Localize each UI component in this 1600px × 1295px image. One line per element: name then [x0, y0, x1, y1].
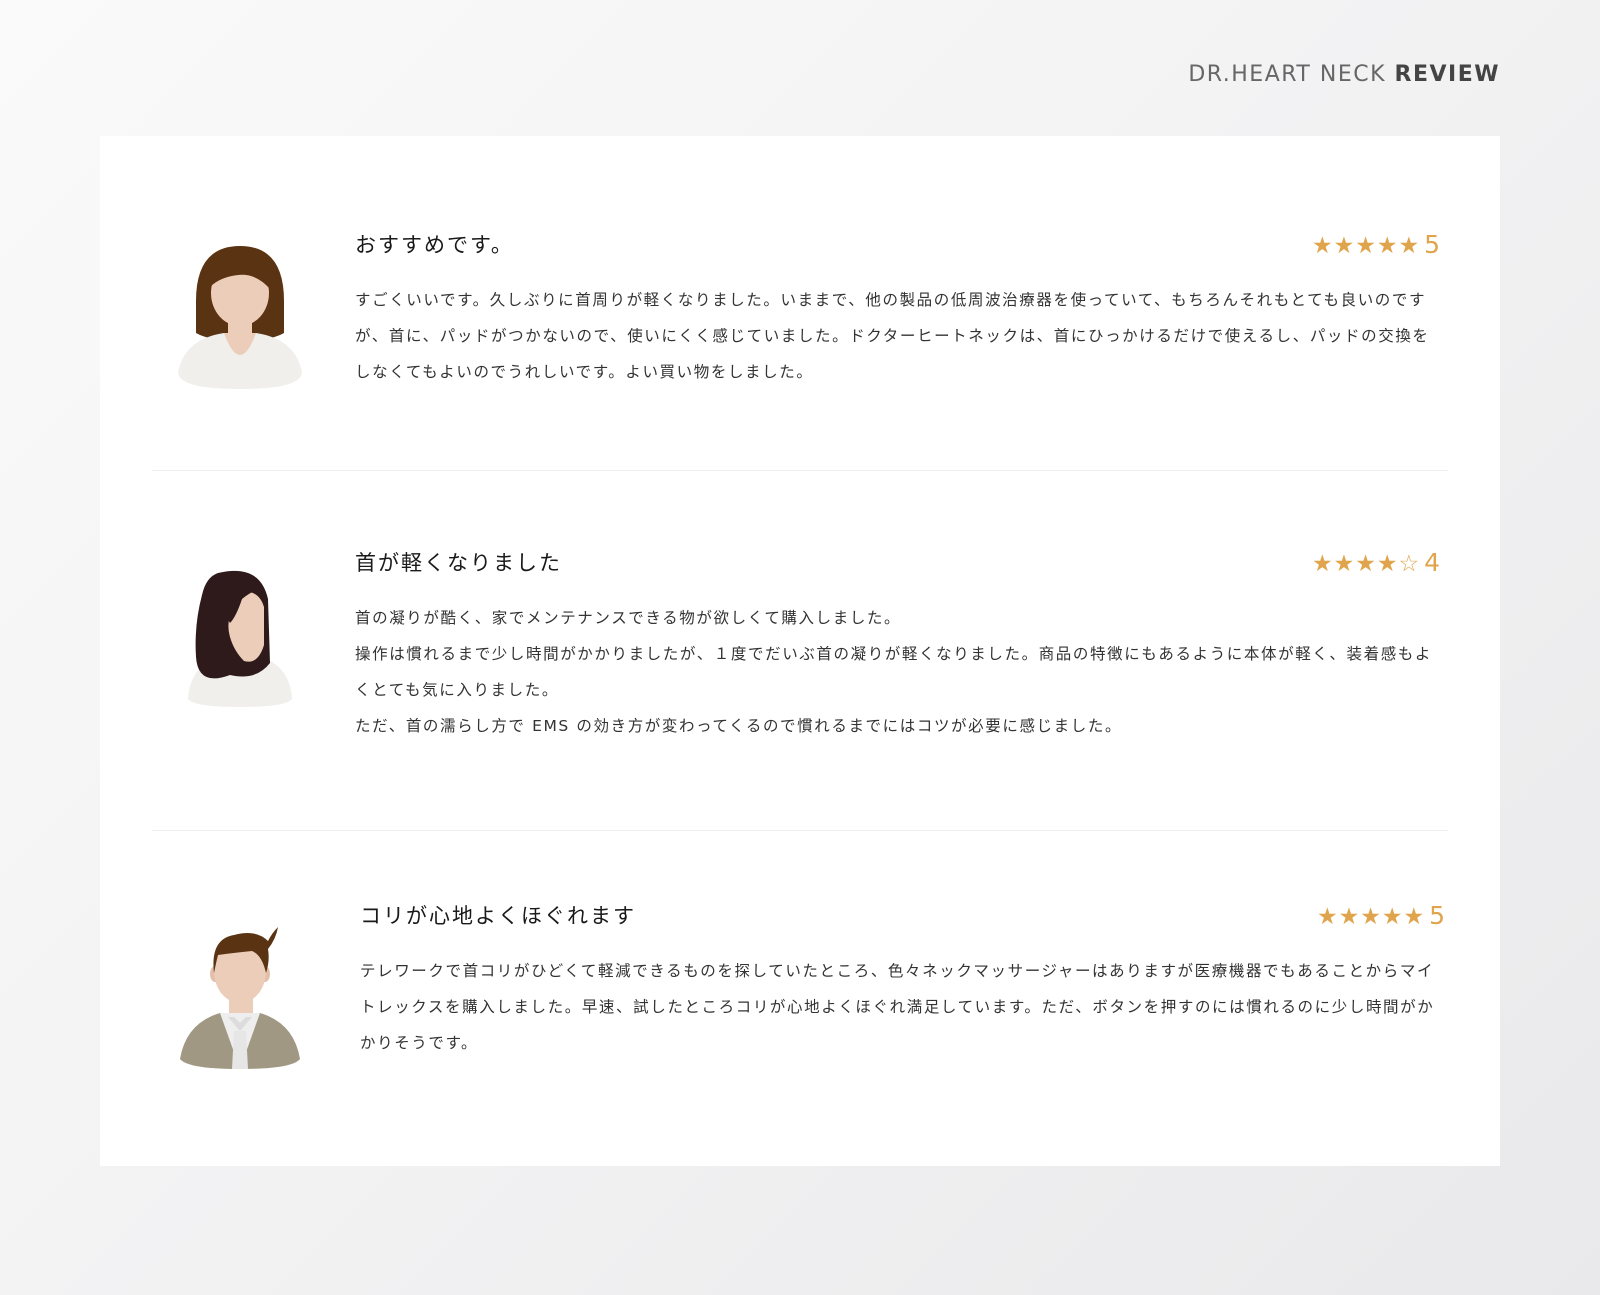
review-paragraph: 首の凝りが酷く、家でメンテナンスできる物が欲しくて購入しました。	[355, 609, 902, 627]
review-paragraph: 操作は慣れるまで少し時間がかかりましたが、１度でだいぶ首の凝りが軽くなりました。…	[355, 645, 1432, 699]
stars-icon: ★★★★★	[1316, 904, 1426, 930]
woman-short-hair-avatar	[160, 241, 320, 401]
review-paragraph: ただ、首の濡らし方で EMS の効き方が変わってくるので慣れるまでにはコツが必要…	[355, 717, 1123, 735]
rating-value: 5	[1429, 901, 1445, 930]
review-divider	[152, 830, 1448, 831]
stars-icon: ★★★★★	[1311, 233, 1421, 259]
rating-value: 5	[1424, 230, 1440, 259]
woman-long-hair-avatar	[160, 559, 320, 719]
review-title: コリが心地よくほぐれます	[360, 904, 636, 928]
rating-value: 4	[1424, 548, 1440, 577]
brand-review-label: REVIEW	[1394, 62, 1500, 87]
review-title: 首が軽くなりました	[355, 551, 562, 575]
stars-icon: ★★★★☆	[1311, 551, 1421, 577]
review-title: おすすめです。	[355, 233, 514, 257]
man-avatar	[160, 919, 320, 1079]
star-rating: ★★★★★ 5	[1317, 901, 1445, 930]
review-divider	[152, 470, 1448, 471]
review-card: おすすめです。 ★★★★★ 5 すごくいいです。久しぶりに首周りが軽くなりました。…	[100, 136, 1500, 1166]
review-body: テレワークで首コリがひどくて軽減できるものを探していたところ、色々ネックマッサー…	[360, 953, 1445, 1061]
review-body: すごくいいです。久しぶりに首周りが軽くなりました。いままで、他の製品の低周波治療…	[355, 282, 1440, 390]
review-paragraph: すごくいいです。久しぶりに首周りが軽くなりました。いままで、他の製品の低周波治療…	[355, 291, 1430, 381]
star-rating: ★★★★☆ 4	[1312, 548, 1440, 577]
brand-name: DR.HEART NECK	[1188, 62, 1387, 87]
review-body: 首の凝りが酷く、家でメンテナンスできる物が欲しくて購入しました。 操作は慣れるま…	[355, 600, 1440, 744]
star-rating: ★★★★★ 5	[1312, 230, 1440, 259]
review-paragraph: テレワークで首コリがひどくて軽減できるものを探していたところ、色々ネックマッサー…	[360, 962, 1435, 1052]
brand-header: DR.HEART NECK REVIEW	[1188, 62, 1500, 87]
